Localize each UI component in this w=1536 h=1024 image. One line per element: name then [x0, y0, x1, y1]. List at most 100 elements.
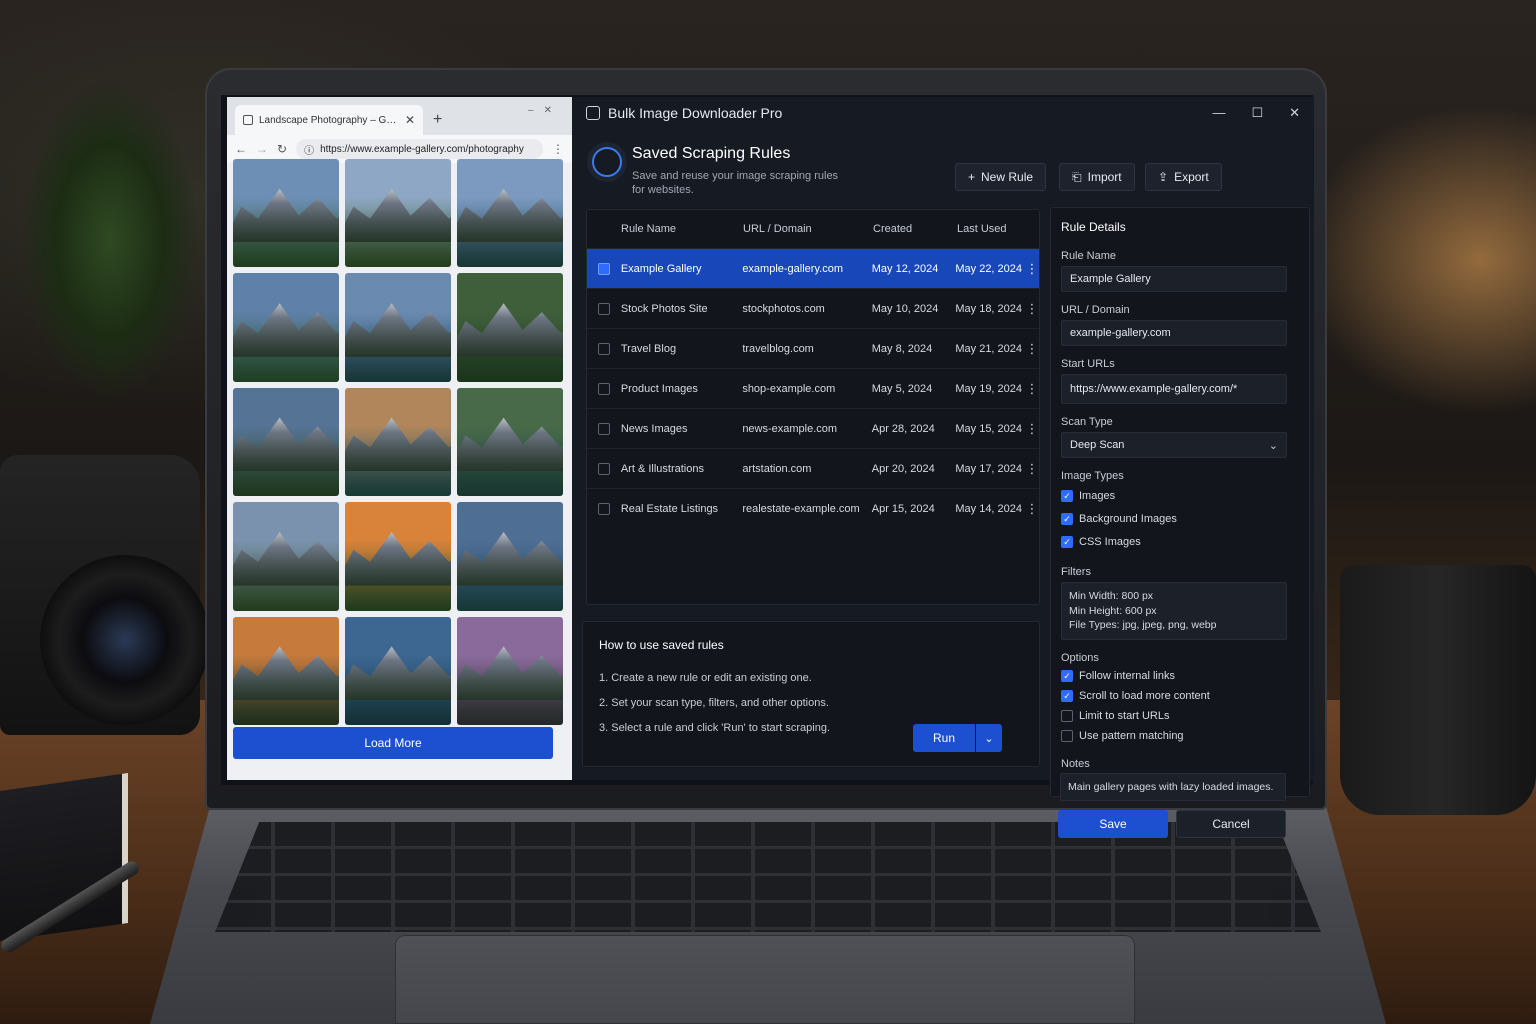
checkbox-option[interactable]: ✓ Background Images	[1061, 513, 1177, 525]
row-checkbox[interactable]	[597, 502, 610, 515]
checkbox-option[interactable]: ✓ Images	[1061, 490, 1115, 502]
row-checkbox[interactable]	[597, 462, 610, 475]
gallery-photo[interactable]	[345, 616, 451, 725]
notes-field[interactable]: Main gallery pages with lazy loaded imag…	[1060, 773, 1286, 801]
run-button[interactable]: Run	[913, 724, 975, 752]
more-options-icon[interactable]: ⋮	[1025, 461, 1039, 477]
col-url[interactable]: URL / Domain	[743, 223, 873, 235]
plus-icon: +	[968, 170, 976, 184]
address-url: https://www.example-gallery.com/photogra…	[320, 143, 524, 155]
window-controls[interactable]: –✕	[528, 105, 562, 116]
table-row[interactable]: Product Images shop-example.com May 5, 202…	[587, 368, 1039, 408]
table-row[interactable]: Art & Illustrations artstation.com Apr 20,…	[587, 448, 1039, 488]
extensions-icon[interactable]: ⋮	[552, 142, 564, 156]
export-button[interactable]: ⇪ Export	[1145, 163, 1222, 191]
checkbox-option[interactable]: ✓ Scroll to load more content	[1061, 690, 1210, 702]
gallery-photo[interactable]	[233, 159, 339, 268]
table-row[interactable]: Real Estate Listings realestate-example.c…	[587, 488, 1039, 528]
browser-tab[interactable]: Landscape Photography – Gallery ✕	[235, 105, 423, 135]
run-options-button[interactable]: ⌄	[976, 724, 1002, 752]
gallery-photo[interactable]	[233, 502, 339, 611]
row-checkbox[interactable]	[597, 422, 610, 435]
more-options-icon[interactable]: ⋮	[1025, 341, 1039, 357]
rule-name-cell: Example Gallery	[620, 262, 702, 275]
new-rule-button[interactable]: + New Rule	[955, 163, 1047, 191]
mountain-shape	[345, 531, 451, 586]
cancel-button[interactable]: Cancel	[1176, 810, 1286, 838]
close-icon[interactable]: ✕	[1289, 105, 1300, 121]
image-gallery	[233, 159, 563, 725]
save-button[interactable]: Save	[1058, 810, 1168, 838]
url-cell: travelblog.com	[742, 342, 814, 355]
check-icon[interactable]: ✓	[1061, 536, 1073, 548]
filters-field[interactable]: Min Width: 800 px Min Height: 600 px Fil…	[1061, 582, 1287, 640]
new-tab-icon[interactable]: +	[433, 111, 442, 129]
table-row[interactable]: Travel Blog travelblog.com May 8, 2024 May …	[587, 328, 1039, 368]
reload-icon[interactable]: ↻	[277, 142, 287, 156]
more-options-icon[interactable]: ⋮	[1025, 381, 1039, 397]
import-button[interactable]: ⎗ Import	[1059, 163, 1135, 191]
close-tab-icon[interactable]: ✕	[405, 113, 415, 127]
gallery-photo[interactable]	[345, 387, 451, 497]
rule-name-cell: Travel Blog	[620, 342, 677, 355]
created-cell: May 12, 2024	[871, 262, 939, 275]
row-checkbox[interactable]	[597, 342, 610, 355]
row-checkbox[interactable]	[597, 382, 610, 395]
col-created[interactable]: Created	[873, 223, 957, 235]
col-rule-name[interactable]: Rule Name	[621, 223, 743, 235]
gallery-photo[interactable]	[233, 387, 339, 497]
check-icon[interactable]: ✓	[1061, 670, 1073, 682]
start-urls-field[interactable]: https://www.example-gallery.com/*	[1061, 374, 1287, 404]
scan-type-select[interactable]: Deep Scan ⌄	[1061, 432, 1287, 458]
gallery-photo[interactable]	[457, 273, 563, 382]
checkbox-option[interactable]: Limit to start URLs	[1061, 710, 1169, 722]
more-options-icon[interactable]: ⋮	[1025, 421, 1039, 437]
more-options-icon[interactable]: ⋮	[1025, 501, 1039, 517]
url-field[interactable]: example-gallery.com	[1061, 320, 1287, 346]
url-cell: shop-example.com	[742, 382, 836, 395]
more-options-icon[interactable]: ⋮	[1025, 301, 1039, 317]
maximize-icon[interactable]: ☐	[1251, 105, 1263, 121]
checkbox-empty-icon[interactable]	[1061, 710, 1073, 722]
gallery-photo[interactable]	[345, 502, 451, 611]
info-icon: ⓘ	[304, 145, 315, 157]
gallery-photo[interactable]	[457, 502, 563, 611]
table-row[interactable]: Stock Photos Site stockphotos.com May 10, …	[587, 288, 1039, 328]
rule-name-field[interactable]: Example Gallery	[1061, 266, 1287, 292]
checkbox-option[interactable]: ✓ CSS Images	[1061, 536, 1141, 548]
last-used-cell: May 22, 2024	[955, 262, 1023, 275]
load-more-button[interactable]: Load More	[233, 727, 553, 759]
minimize-icon[interactable]: —	[1212, 105, 1225, 121]
checkbox-label: CSS Images	[1079, 536, 1141, 548]
checkbox-option[interactable]: Use pattern matching	[1061, 730, 1184, 742]
forward-icon[interactable]: →	[256, 142, 268, 156]
address-bar[interactable]: ⓘ https://www.example-gallery.com/photog…	[296, 139, 543, 159]
table-row[interactable]: Example Gallery example-gallery.com May 12…	[587, 248, 1039, 288]
row-checkbox[interactable]	[597, 302, 610, 315]
options-label: Options	[1061, 652, 1099, 664]
help-step: 1. Create a new rule or edit an existing…	[599, 672, 812, 684]
chevron-down-icon: ⌄	[1268, 439, 1278, 452]
more-options-icon[interactable]: ⋮	[1025, 261, 1039, 277]
import-icon: ⎗	[1072, 169, 1082, 184]
gallery-photo[interactable]	[457, 387, 563, 497]
help-title: How to use saved rules	[599, 638, 724, 652]
gallery-photo[interactable]	[233, 273, 339, 382]
table-row[interactable]: News Images news-example.com Apr 28, 2024 M…	[587, 408, 1039, 448]
gallery-photo[interactable]	[345, 273, 451, 382]
rule-details-panel: Rule Details Rule Name Example Gallery U…	[1050, 207, 1310, 797]
filter-file-types: File Types: jpg, jpeg, png, webp	[1069, 619, 1217, 631]
back-icon[interactable]: ←	[235, 142, 247, 156]
check-icon[interactable]: ✓	[1061, 690, 1073, 702]
row-checkbox[interactable]	[597, 262, 610, 275]
gallery-photo[interactable]	[233, 616, 339, 725]
mountain-shape	[345, 303, 451, 357]
checkbox-option[interactable]: ✓ Follow internal links	[1061, 670, 1175, 682]
gallery-photo[interactable]	[457, 616, 563, 725]
checkbox-empty-icon[interactable]	[1061, 730, 1073, 742]
check-icon[interactable]: ✓	[1061, 513, 1073, 525]
check-icon[interactable]: ✓	[1061, 490, 1073, 502]
gallery-photo[interactable]	[457, 159, 563, 268]
gallery-photo[interactable]	[345, 159, 451, 268]
col-last-used[interactable]: Last Used	[957, 223, 1027, 235]
